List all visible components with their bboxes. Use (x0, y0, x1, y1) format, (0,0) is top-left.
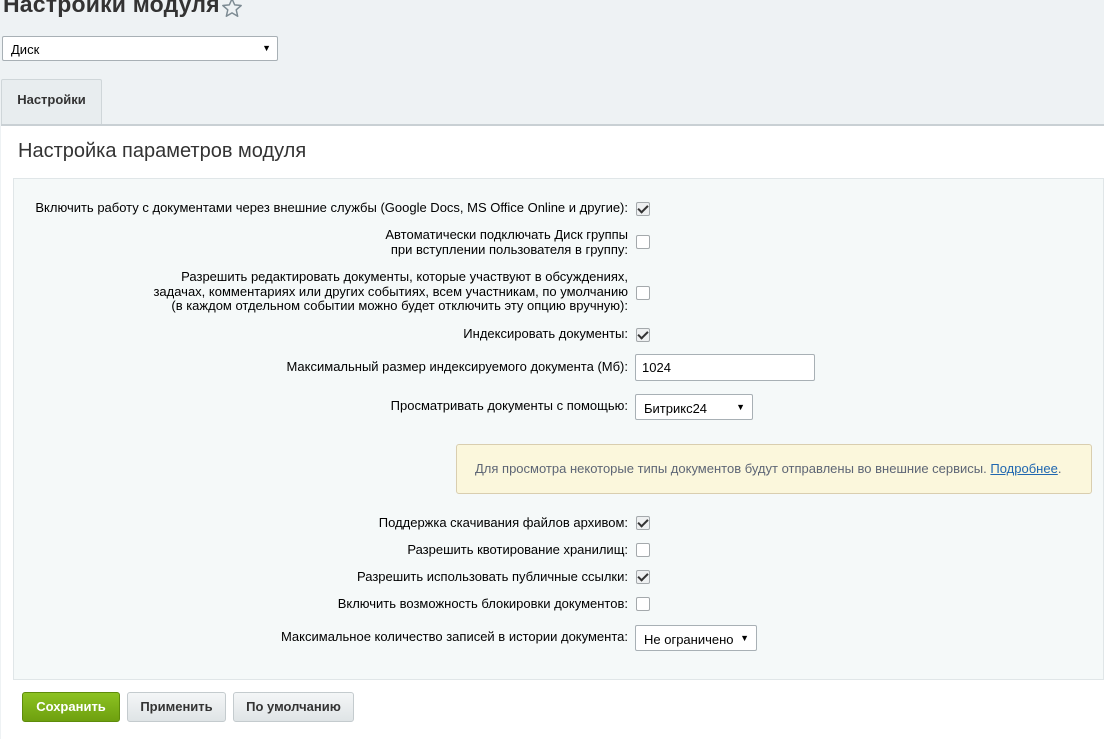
storage-quota-label: Разрешить квотирование хранилищ: (407, 542, 628, 557)
auto-connect-disk-label: Автоматически подключать Диск группы при… (385, 227, 628, 257)
doc-lock-checkbox[interactable] (636, 597, 650, 611)
viewer-select-value: Битрикс24 (644, 401, 708, 416)
public-links-label: Разрешить использовать публичные ссылки: (357, 569, 628, 584)
history-limit-label: Максимальное количество записей в истори… (280, 629, 628, 644)
doc-lock-label: Включить возможность блокировки документ… (337, 596, 628, 611)
history-limit-select[interactable]: Не ограничено ▼ (635, 625, 757, 651)
chevron-down-icon: ▼ (736, 402, 745, 412)
allow-edit-label-line3: (в каждом отдельном событии можно будет … (171, 298, 628, 313)
allow-edit-label-line2: задачах, комментариях или других события… (153, 283, 628, 299)
public-links-checkbox[interactable] (636, 570, 650, 584)
allow-edit-label-line1: Разрешить редактировать документы, котор… (181, 269, 628, 284)
star-icon[interactable] (221, 0, 243, 19)
max-index-size-input[interactable] (635, 354, 815, 381)
page-header: Настройки модуля (0, 0, 1104, 26)
tab-settings[interactable]: Настройки (1, 79, 102, 125)
auto-connect-disk-label-line2: при вступлении пользователя в группу: (390, 241, 628, 257)
storage-quota-checkbox[interactable] (636, 543, 650, 557)
module-select[interactable]: Диск ▼ (2, 36, 278, 61)
module-select-value: Диск (11, 42, 40, 57)
external-docs-checkbox[interactable] (636, 202, 650, 216)
notice-suffix: . (1057, 461, 1062, 476)
viewer-select[interactable]: Битрикс24 ▼ (635, 394, 753, 420)
chevron-down-icon: ▼ (262, 43, 271, 53)
notice-more-link[interactable]: Подробнее (990, 461, 1057, 476)
save-button[interactable]: Сохранить (22, 692, 120, 722)
auto-connect-disk-label-line1: Автоматически подключать Диск группы (385, 227, 628, 242)
index-docs-label: Индексировать документы: (463, 326, 628, 341)
section-title: Настройка параметров модуля (18, 140, 307, 162)
allow-edit-checkbox[interactable] (636, 286, 650, 300)
archive-download-checkbox[interactable] (636, 516, 650, 530)
max-index-size-label: Максимальный размер индексируемого докум… (286, 359, 628, 374)
default-button[interactable]: По умолчанию (233, 692, 354, 722)
index-docs-checkbox[interactable] (636, 328, 650, 342)
allow-edit-label: Разрешить редактировать документы, котор… (153, 269, 628, 314)
notice-text: Для просмотра некоторые типы документов … (475, 461, 987, 476)
external-services-notice: Для просмотра некоторые типы документов … (456, 444, 1092, 494)
page-title: Настройки модуля (3, 0, 220, 17)
apply-button[interactable]: Применить (127, 692, 226, 722)
external-docs-label: Включить работу с документами через внеш… (35, 200, 628, 215)
archive-download-label: Поддержка скачивания файлов архивом: (378, 515, 628, 530)
chevron-down-icon: ▼ (740, 633, 749, 643)
settings-panel: Настройка параметров модуля (1, 124, 1104, 739)
history-limit-select-value: Не ограничено (644, 632, 734, 647)
auto-connect-disk-checkbox[interactable] (636, 235, 650, 249)
viewer-label: Просматривать документы с помощью: (390, 398, 628, 413)
